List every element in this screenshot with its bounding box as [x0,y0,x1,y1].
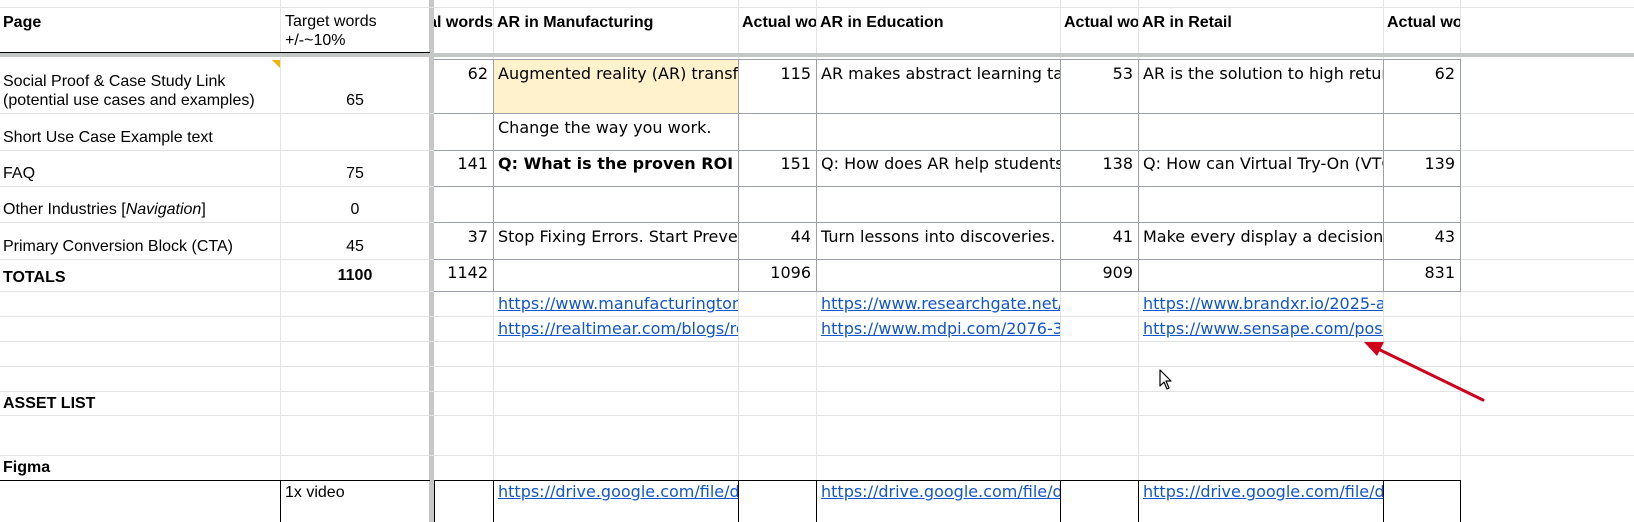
cta-education[interactable]: Turn lessons into discoveries. [817,227,1060,247]
faq-manufacturing[interactable]: Q: What is the proven ROI of implementin… [494,154,738,174]
header-actual-words-1-label: Actual words [434,14,493,31]
cta-retail[interactable]: Make every display a decision engine [1139,227,1383,247]
figma-heading[interactable]: Figma [3,458,280,478]
row-label-social-proof[interactable]: Social Proof & Case Study Link (potentia… [0,60,280,113]
totals-actual-4[interactable]: 831 [1384,263,1460,283]
source-link-manufacturing-2[interactable]: https://realtimear.com/blogs/roi-from [494,319,738,339]
spreadsheet-grid[interactable]: Page Target words +/-~10% Actual words A… [0,0,1634,522]
social-proof-label-line2: (potential use cases and examples) [3,92,255,109]
header-target-words-label: Target words [285,13,377,30]
header-ar-education[interactable]: AR in Education [817,0,1060,52]
faq-actual-3[interactable]: 138 [1061,154,1138,174]
drive-link-manufacturing[interactable]: https://drive.google.com/file/d/13i [494,482,738,502]
cta-manufacturing[interactable]: Stop Fixing Errors. Start Preventing [494,227,738,247]
header-target-words[interactable]: Target words +/-~10% [281,0,429,52]
annotation-arrow-icon [1364,342,1485,402]
header-actual-words-4[interactable]: Actual words [1384,0,1460,52]
social-proof-education[interactable]: AR makes abstract learning tangible [817,64,1060,84]
faq-retail[interactable]: Q: How can Virtual Try-On (VTO) [1139,154,1383,174]
other-industries-label-post: ] [201,201,206,218]
cta-target[interactable]: 45 [281,237,429,257]
social-proof-actual-3[interactable]: 53 [1061,64,1138,84]
header-target-words-sub: +/-~10% [285,32,346,49]
header-ar-manufacturing[interactable]: AR in Manufacturing [494,0,738,52]
source-link-manufacturing-1[interactable]: https://www.manufacturingtomorrow.com [494,294,738,314]
social-proof-manufacturing[interactable]: Augmented reality (AR) transforms [494,60,738,113]
totals-actual-3[interactable]: 909 [1061,263,1138,283]
header-actual-words-3[interactable]: Actual words [1061,0,1138,52]
row-label-short-use-case[interactable]: Short Use Case Example text [3,128,280,148]
row-label-totals[interactable]: TOTALS [3,268,280,288]
other-industries-target[interactable]: 0 [281,200,429,220]
social-proof-label-line1: Social Proof & Case Study Link [3,73,226,90]
source-link-education-1[interactable]: https://www.researchgate.net/publication [817,294,1060,314]
source-link-retail-2[interactable]: https://www.sensape.com/post/virtual [1139,319,1383,339]
asset-video-label[interactable]: 1x video [285,483,429,503]
mouse-pointer-icon [1159,369,1172,390]
row-label-cta[interactable]: Primary Conversion Block (CTA) [3,237,280,257]
social-proof-actual-2[interactable]: 115 [739,64,816,84]
totals-target[interactable]: 1100 [281,266,429,286]
asset-list-heading[interactable]: ASSET LIST [3,394,280,414]
social-proof-actual-4[interactable]: 62 [1384,64,1460,84]
faq-actual-4[interactable]: 139 [1384,154,1460,174]
drive-link-retail[interactable]: https://drive.google.com/file/d/1V [1139,482,1383,502]
totals-actual-1[interactable]: 1142 [434,263,493,283]
social-proof-target[interactable]: 65 [281,91,429,111]
faq-education[interactable]: Q: How does AR help students [817,154,1060,174]
header-actual-words-1[interactable]: Actual words [434,0,493,52]
comment-marker[interactable] [272,60,280,68]
drive-link-education[interactable]: https://drive.google.com/file/d/1N [817,482,1060,502]
faq-target[interactable]: 75 [281,164,429,184]
row-label-other-industries[interactable]: Other Industries [Navigation] [3,200,280,220]
frozen-row-divider[interactable] [0,53,1634,57]
source-link-education-2[interactable]: https://www.mdpi.com/2076-3417/ [817,319,1060,339]
header-ar-retail[interactable]: AR in Retail [1139,0,1383,52]
totals-actual-2[interactable]: 1096 [739,263,816,283]
cta-actual-3[interactable]: 41 [1061,227,1138,247]
faq-actual-1[interactable]: 141 [434,154,493,174]
social-proof-actual-1[interactable]: 62 [434,64,493,84]
source-link-retail-1[interactable]: https://www.brandxr.io/2025-augmented [1139,294,1383,314]
other-industries-label-pre: Other Industries [ [3,201,126,218]
faq-actual-2[interactable]: 151 [739,154,816,174]
row-label-faq[interactable]: FAQ [3,164,280,184]
header-actual-words-2[interactable]: Actual words [739,0,816,52]
other-industries-label-navigation: Navigation [125,201,202,218]
cta-actual-2[interactable]: 44 [739,227,816,247]
cta-actual-4[interactable]: 43 [1384,227,1460,247]
social-proof-retail[interactable]: AR is the solution to high returns [1139,64,1383,84]
header-page[interactable]: Page [0,0,280,52]
cta-actual-1[interactable]: 37 [434,227,493,247]
short-use-case-manufacturing[interactable]: Change the way you work. [494,118,738,138]
